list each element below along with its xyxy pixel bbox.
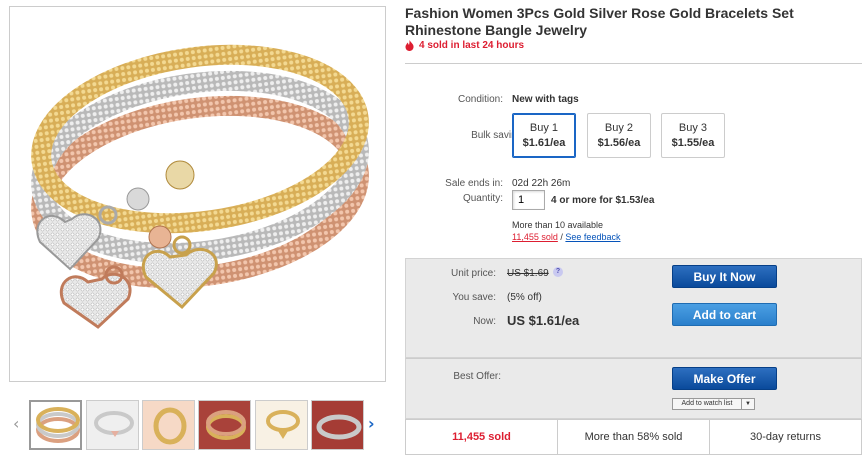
bulk-option-buy-2[interactable]: Buy 2 $1.56/ea xyxy=(587,113,651,158)
stat-returns: 30-day returns xyxy=(750,431,821,443)
buy-it-now-button[interactable]: Buy It Now xyxy=(672,265,777,288)
make-offer-button[interactable]: Make Offer xyxy=(672,367,777,390)
main-product-image[interactable] xyxy=(9,6,386,382)
stat-sold-count: 11,455 sold xyxy=(406,420,558,454)
sold-count-link[interactable]: 11,455 sold xyxy=(512,232,558,242)
bulk-option-price: $1.56/ea xyxy=(597,137,641,149)
sale-countdown: 02d 22h 26m xyxy=(512,178,571,189)
sold-feedback-line: 11,455 sold / See feedback xyxy=(512,232,620,242)
recent-sales-text: 4 sold in last 24 hours xyxy=(419,40,525,51)
bulk-option-label: Buy 1 xyxy=(529,122,559,134)
savings-value: (5% off) xyxy=(507,292,542,303)
add-to-cart-button[interactable]: Add to cart xyxy=(672,303,777,326)
condition-label: Condition: xyxy=(457,94,503,105)
bulk-option-buy-1[interactable]: Buy 1 $1.61/ea xyxy=(512,113,576,158)
thumb-image xyxy=(31,402,80,448)
add-to-watch-list-button[interactable]: Add to watch list ▼ xyxy=(672,398,755,410)
thumbnail-5[interactable] xyxy=(255,400,308,450)
bulk-option-price: $1.61/ea xyxy=(522,137,566,149)
divider xyxy=(405,63,862,64)
now-label: Now: xyxy=(473,316,496,327)
separator: / xyxy=(560,232,563,242)
thumbnail-6[interactable] xyxy=(311,400,364,450)
you-save-label: You save: xyxy=(452,292,496,303)
thumbnail-2[interactable] xyxy=(86,400,139,450)
fire-icon xyxy=(405,40,414,51)
bulk-option-label: Buy 2 xyxy=(604,122,634,134)
bracelet-photo xyxy=(10,7,385,381)
thumbnail-4[interactable] xyxy=(198,400,251,450)
info-icon[interactable]: ? xyxy=(553,267,563,277)
best-offer-box xyxy=(405,358,862,419)
thumb-image xyxy=(256,401,307,449)
current-price: US $1.61/ea xyxy=(507,313,580,328)
quantity-label: Quantity: xyxy=(462,193,503,204)
availability-text: More than 10 available xyxy=(512,220,604,230)
recent-sales: 4 sold in last 24 hours xyxy=(405,40,524,51)
thumbnail-3[interactable] xyxy=(142,400,195,450)
unit-price-label: Unit price: xyxy=(450,268,496,279)
quantity-input[interactable] xyxy=(512,190,545,210)
thumb-image xyxy=(199,401,250,449)
bulk-option-buy-3[interactable]: Buy 3 $1.55/ea xyxy=(661,113,725,158)
thumb-image xyxy=(87,401,138,449)
item-title: Fashion Women 3Pcs Gold Silver Rose Gold… xyxy=(405,5,794,38)
original-price: US $1.69 xyxy=(507,268,549,279)
thumb-image xyxy=(143,401,194,449)
quantity-deal: 4 or more for $1.53/ea xyxy=(551,195,655,206)
condition-value: New with tags xyxy=(512,94,579,105)
sale-ends-label: Sale ends in: xyxy=(445,178,503,189)
bulk-option-price: $1.55/ea xyxy=(671,137,715,149)
thumb-image xyxy=(312,401,363,449)
dropdown-arrow-icon[interactable]: ▼ xyxy=(742,399,754,409)
watch-list-label: Add to watch list xyxy=(673,399,742,409)
best-offer-label: Best Offer: xyxy=(453,371,501,382)
see-feedback-link[interactable]: See feedback xyxy=(565,232,620,242)
thumbnail-strip: ‹ › xyxy=(9,396,386,454)
stat-percent-sold: More than 58% sold xyxy=(558,420,710,454)
bulk-option-label: Buy 3 xyxy=(678,122,708,134)
thumbnail-1[interactable] xyxy=(29,400,82,450)
chevron-right-icon[interactable]: › xyxy=(368,414,375,434)
listing-stats-bar: 11,455 sold More than 58% sold 30-day re… xyxy=(405,419,862,455)
chevron-left-icon[interactable]: ‹ xyxy=(13,414,19,434)
